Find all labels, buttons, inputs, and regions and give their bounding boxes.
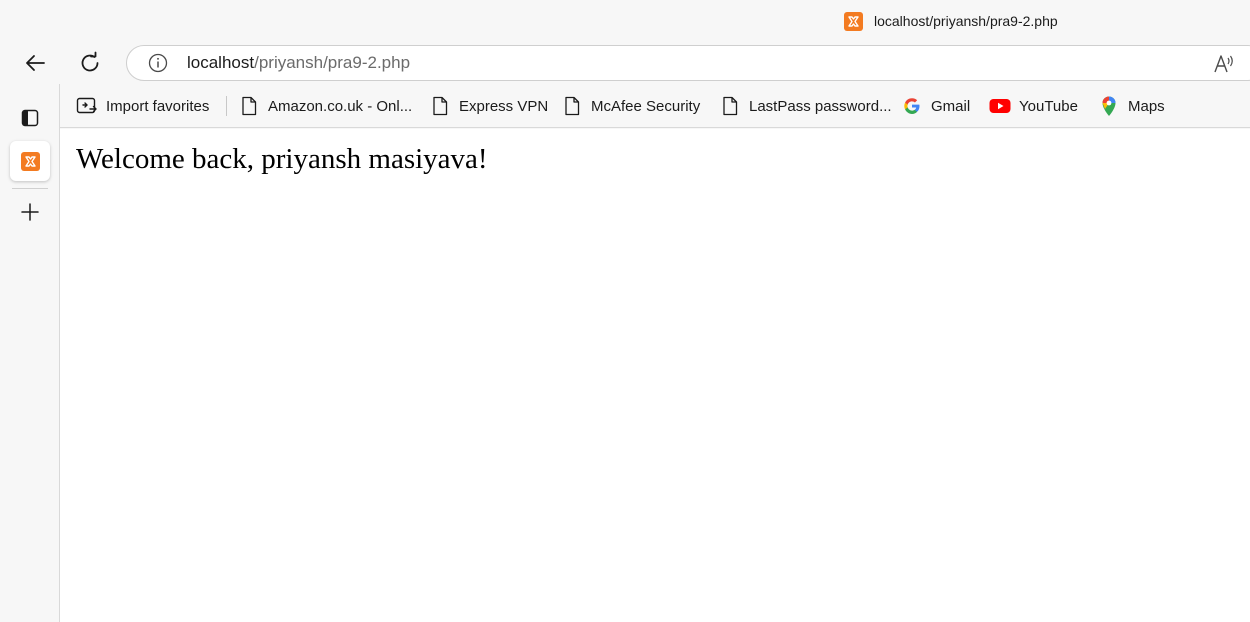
page-icon	[719, 95, 741, 117]
favorite-gmail[interactable]: Gmail	[901, 94, 970, 118]
page-icon	[561, 95, 583, 117]
window-title: localhost/priyansh/pra9-2.php	[844, 10, 1058, 32]
page-icon	[238, 95, 260, 117]
favorite-label: Import favorites	[106, 97, 210, 115]
maps-pin-icon	[1098, 95, 1120, 117]
welcome-message: Welcome back, priyansh masiyava!	[76, 143, 488, 175]
xampp-icon	[20, 151, 40, 171]
favorite-label: Maps	[1128, 97, 1165, 115]
page-content: Welcome back, priyansh masiyava!	[60, 129, 1250, 622]
favorite-express-vpn[interactable]: Express VPN	[429, 94, 548, 118]
new-tab-button[interactable]	[10, 192, 50, 232]
favorite-youtube[interactable]: YouTube	[989, 94, 1078, 118]
vertical-tab-sidebar	[0, 84, 60, 622]
favorite-label: YouTube	[1019, 97, 1078, 115]
sidebar-divider	[12, 188, 48, 189]
favorite-maps[interactable]: Maps	[1098, 94, 1165, 118]
import-favorites-icon	[76, 95, 98, 117]
back-button[interactable]	[17, 45, 53, 81]
favorite-label: McAfee Security	[591, 97, 701, 115]
favorite-import-favorites[interactable]: Import favorites	[76, 94, 209, 118]
url-path: /priyansh/pra9-2.php	[254, 53, 411, 72]
favorites-divider	[226, 96, 227, 116]
google-icon	[901, 95, 923, 117]
xampp-icon	[844, 11, 863, 31]
favorite-label: Express VPN	[459, 97, 549, 115]
plus-icon	[21, 203, 39, 221]
page-icon	[429, 95, 451, 117]
favorite-amazon[interactable]: Amazon.co.uk - Onl...	[238, 94, 412, 118]
address-bar[interactable]: localhost/priyansh/pra9-2.php	[126, 45, 1250, 81]
favorite-label: LastPass password...	[749, 97, 892, 115]
tab-actions-icon	[21, 109, 39, 127]
favorite-mcafee-security[interactable]: McAfee Security	[561, 94, 700, 118]
youtube-icon	[989, 95, 1011, 117]
refresh-icon	[81, 51, 99, 72]
favorite-lastpass[interactable]: LastPass password...	[719, 94, 892, 118]
info-icon[interactable]	[147, 52, 169, 74]
favorites-bar: Import favorites Amazon.co.uk - Onl... E…	[60, 84, 1250, 128]
tab-actions-button[interactable]	[10, 98, 50, 138]
back-arrow-icon	[26, 55, 45, 71]
title-bar: localhost/priyansh/pra9-2.php	[0, 0, 1250, 42]
refresh-button[interactable]	[72, 45, 108, 81]
favorite-label: Amazon.co.uk - Onl...	[268, 97, 413, 115]
tab-title: localhost/priyansh/pra9-2.php	[874, 13, 1058, 29]
url-text[interactable]: localhost/priyansh/pra9-2.php	[187, 53, 410, 73]
read-aloud-button[interactable]	[1212, 52, 1236, 76]
active-tab-button[interactable]	[10, 141, 50, 181]
browser-window: localhost/priyansh/pra9-2.php localhost/…	[0, 0, 1250, 622]
favorite-label: Gmail	[931, 97, 971, 115]
navigation-bar: localhost/priyansh/pra9-2.php	[0, 42, 1250, 84]
url-host: localhost	[187, 53, 255, 72]
read-aloud-icon	[1214, 55, 1233, 73]
